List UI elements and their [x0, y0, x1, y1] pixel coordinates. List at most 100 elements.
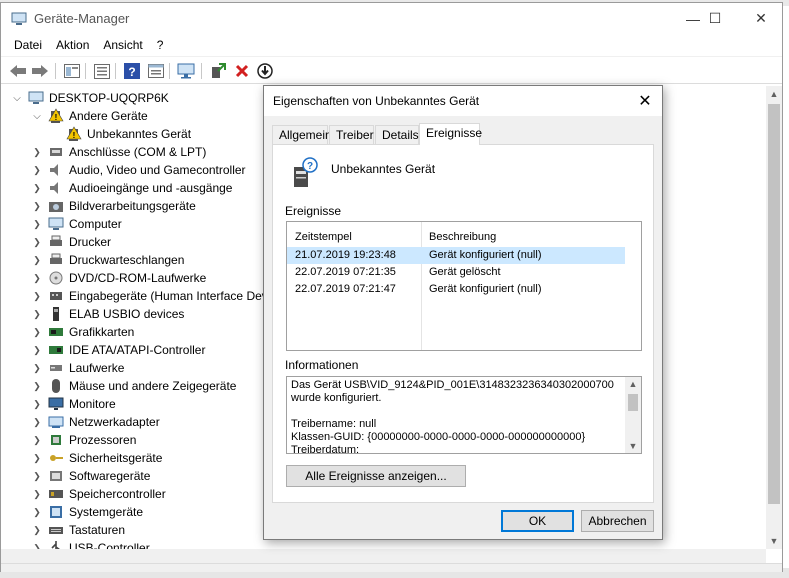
expand-chevron-icon[interactable]: ❯ [31, 452, 43, 464]
tree-item-other-devices[interactable]: ⌵ ! Andere Geräte [31, 107, 148, 125]
expand-chevron-icon[interactable]: ❯ [31, 218, 43, 230]
tree-item-unknown-device[interactable]: ! Unbekanntes Gerät [66, 125, 191, 143]
expand-chevron-icon[interactable]: ❯ [31, 506, 43, 518]
expand-chevron-icon[interactable]: ❯ [31, 164, 43, 176]
expand-chevron-icon[interactable]: ❯ [31, 182, 43, 194]
tree-category[interactable]: ❯ Computer [31, 215, 122, 233]
info-scrollbar[interactable]: ▲ ▼ [625, 377, 641, 453]
show-all-events-button[interactable]: Alle Ereignisse anzeigen... [286, 465, 466, 487]
expand-chevron-icon[interactable]: ❯ [31, 542, 43, 550]
svg-text:!: ! [73, 131, 76, 140]
properties-view-icon[interactable] [63, 62, 81, 80]
usb-controller-icon [48, 540, 64, 549]
expand-chevron-icon[interactable]: ❯ [31, 380, 43, 392]
tree-category-label: Systemgeräte [69, 505, 144, 519]
tree-category[interactable]: ❯ Monitore [31, 395, 115, 413]
tree-category[interactable]: ❯ Sicherheitsgeräte [31, 449, 162, 467]
menu-aktion[interactable]: Aktion [49, 38, 96, 52]
close-button[interactable]: ✕ [738, 3, 784, 34]
events-list[interactable]: Zeitstempel Beschreibung 21.07.2019 19:2… [286, 221, 642, 351]
tree-category[interactable]: ❯ Tastaturen [31, 521, 125, 539]
tree-category[interactable]: ❯ Drucker [31, 233, 111, 251]
update-driver-icon[interactable] [256, 62, 274, 80]
expand-chevron-icon[interactable]: ❯ [31, 434, 43, 446]
tree-category-label: Prozessoren [69, 433, 137, 447]
expand-chevron-icon[interactable]: ❯ [31, 488, 43, 500]
tree-category[interactable]: ❯ ELAB USBIO devices [31, 305, 184, 323]
tree-category[interactable]: ❯ Netzwerkadapter [31, 413, 160, 431]
expand-chevron-icon[interactable]: ❯ [31, 200, 43, 212]
scan-hardware-icon[interactable] [177, 62, 195, 80]
scroll-thumb[interactable] [628, 394, 638, 411]
expand-chevron-icon[interactable]: ❯ [31, 308, 43, 320]
scroll-down-arrow-icon[interactable]: ▼ [625, 439, 641, 453]
tree-category[interactable]: ❯ Druckwarteschlangen [31, 251, 184, 269]
tree-category[interactable]: ❯ Audio, Video und Gamecontroller [31, 161, 245, 179]
tree-category[interactable]: ❯ Bildverarbeitungsgeräte [31, 197, 196, 215]
menu-datei[interactable]: Datei [7, 38, 49, 52]
ok-button[interactable]: OK [501, 510, 574, 532]
tab-treiber[interactable]: Treiber [329, 125, 374, 144]
tab-details[interactable]: Details [375, 125, 419, 144]
scroll-thumb[interactable] [768, 104, 780, 504]
event-row[interactable]: 22.07.2019 07:21:47 Gerät konfiguriert (… [287, 281, 625, 298]
tree-category[interactable]: ❯ Systemgeräte [31, 503, 143, 521]
tree-vertical-scrollbar[interactable]: ▲ ▼ [766, 86, 782, 549]
expand-chevron-icon[interactable]: ❯ [31, 524, 43, 536]
tree-category[interactable]: ❯ USB-Controller [31, 539, 150, 549]
expand-chevron-icon[interactable]: ❯ [31, 290, 43, 302]
tree-category[interactable]: ❯ Grafikkarten [31, 323, 134, 341]
collapse-icon[interactable]: ⌵ [31, 110, 43, 122]
expand-chevron-icon[interactable]: ❯ [31, 416, 43, 428]
tree-category[interactable]: ❯ DVD/CD-ROM-Laufwerke [31, 269, 206, 287]
list-icon[interactable] [93, 62, 111, 80]
tab-ereignisse[interactable]: Ereignisse [419, 123, 482, 145]
console-tree-icon[interactable] [147, 62, 165, 80]
tree-category[interactable]: ❯ Eingabegeräte (Human Interface Devi [31, 287, 270, 305]
tree-category[interactable]: ❯ Mäuse und andere Zeigegeräte [31, 377, 236, 395]
forward-icon[interactable] [31, 62, 49, 80]
expand-chevron-icon[interactable]: ❯ [31, 344, 43, 356]
expand-chevron-icon[interactable]: ❯ [31, 254, 43, 266]
tree-category[interactable]: ❯ Speichercontroller [31, 485, 166, 503]
tree-horizontal-scrollbar[interactable] [1, 549, 766, 563]
svg-text:!: ! [55, 113, 58, 122]
enable-device-icon[interactable] [209, 62, 227, 80]
expand-chevron-icon[interactable]: ❯ [31, 236, 43, 248]
expand-chevron-icon[interactable]: ❯ [31, 362, 43, 374]
expand-chevron-icon[interactable]: ❯ [31, 272, 43, 284]
scroll-up-arrow-icon[interactable]: ▲ [766, 86, 782, 102]
tree-category[interactable]: ❯ Softwaregeräte [31, 467, 150, 485]
info-line: Treiberdatum: [291, 444, 360, 454]
expand-chevron-icon[interactable]: ❯ [31, 326, 43, 338]
tree-category[interactable]: ❯ Prozessoren [31, 431, 136, 449]
back-icon[interactable] [9, 62, 27, 80]
scroll-up-arrow-icon[interactable]: ▲ [625, 377, 641, 391]
tree-category[interactable]: ❯ Laufwerke [31, 359, 124, 377]
menu-help[interactable]: ? [150, 38, 171, 52]
collapse-icon[interactable]: ⌵ [11, 92, 23, 104]
expand-chevron-icon[interactable]: ❯ [31, 470, 43, 482]
maximize-button[interactable]: ☐ [692, 3, 738, 34]
dialog-close-button[interactable]: ✕ [628, 86, 662, 116]
tree-category[interactable]: ❯ Audioeingänge und -ausgänge [31, 179, 232, 197]
tab-allgemein[interactable]: Allgemein [272, 125, 332, 144]
menu-ansicht[interactable]: Ansicht [96, 38, 149, 52]
uninstall-device-icon[interactable] [233, 62, 251, 80]
tree-category[interactable]: ❯ IDE ATA/ATAPI-Controller [31, 341, 205, 359]
event-row[interactable]: 22.07.2019 07:21:35 Gerät gelöscht [287, 264, 625, 281]
expand-chevron-icon[interactable]: ❯ [31, 398, 43, 410]
tree-category[interactable]: ❯ Anschlüsse (COM & LPT) [31, 143, 206, 161]
column-header-timestamp[interactable]: Zeitstempel [295, 231, 352, 243]
svg-text:?: ? [307, 161, 313, 172]
help-icon[interactable]: ? [123, 62, 141, 80]
cancel-button[interactable]: Abbrechen [581, 510, 654, 532]
scroll-down-arrow-icon[interactable]: ▼ [766, 533, 782, 549]
expand-chevron-icon[interactable]: ❯ [31, 146, 43, 158]
tree-category-label: Computer [69, 217, 122, 231]
tree-root[interactable]: ⌵ DESKTOP-UQQRP6K [11, 89, 169, 107]
information-textbox[interactable]: Das Gerät USB\VID_9124&PID_001E\31483232… [286, 376, 642, 454]
event-description: Gerät konfiguriert (null) [429, 283, 542, 295]
column-header-description[interactable]: Beschreibung [429, 231, 496, 243]
event-row[interactable]: 21.07.2019 19:23:48 Gerät konfiguriert (… [287, 247, 625, 264]
